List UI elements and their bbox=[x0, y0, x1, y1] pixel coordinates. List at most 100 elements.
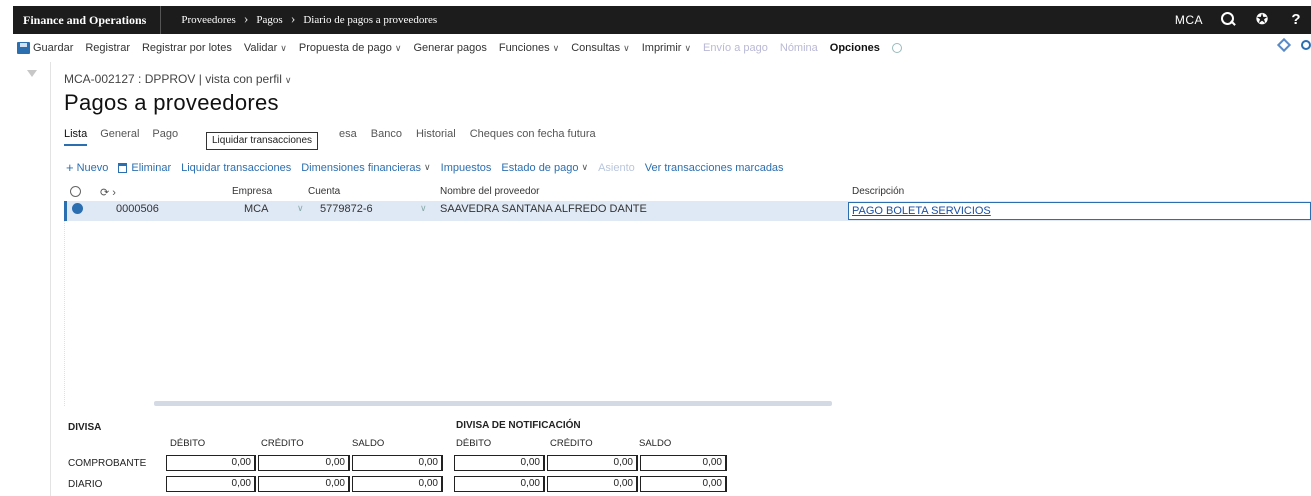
propuesta-pago-label: Propuesta de pago bbox=[298, 42, 392, 54]
diario-debito: 0,00 bbox=[166, 476, 256, 492]
breadcrumb-pagos[interactable]: Pagos bbox=[256, 14, 282, 26]
registrar-button[interactable]: Registrar bbox=[85, 42, 130, 54]
chevron-down-icon: ∨ bbox=[684, 42, 692, 53]
chevron-down-icon: ∨ bbox=[394, 42, 402, 53]
col-credito: CRÉDITO bbox=[261, 438, 304, 449]
column-cuenta[interactable]: Cuenta bbox=[308, 186, 340, 197]
app-name[interactable]: Finance and Operations bbox=[13, 13, 160, 28]
company-picker[interactable]: MCA bbox=[1175, 13, 1203, 27]
impuestos-button[interactable]: Impuestos bbox=[441, 160, 492, 175]
search-icon[interactable] bbox=[1219, 11, 1237, 29]
horizontal-scrollbar[interactable] bbox=[154, 401, 832, 406]
column-nombre-proveedor[interactable]: Nombre del proveedor bbox=[440, 186, 540, 197]
chevron-down-icon: ∨ bbox=[581, 162, 589, 172]
row-selected-icon[interactable] bbox=[72, 203, 83, 214]
comprobante-debito: 0,00 bbox=[166, 455, 256, 471]
save-button[interactable]: Guardar bbox=[17, 42, 73, 54]
refresh-icon[interactable]: ⟳ › bbox=[100, 186, 116, 199]
imprimir-label: Imprimir bbox=[641, 42, 682, 54]
chevron-down-icon[interactable]: ∨ bbox=[420, 203, 427, 214]
new-button[interactable]: + Nuevo bbox=[66, 160, 108, 175]
tab-pago[interactable]: Pago bbox=[152, 128, 178, 146]
validar-menu[interactable]: Validar ∨ bbox=[244, 42, 287, 54]
delete-label: Eliminar bbox=[131, 161, 172, 174]
page-title: Pagos a proveedores bbox=[64, 90, 279, 115]
chevron-down-icon[interactable]: ∨ bbox=[297, 203, 304, 214]
diamond-icon[interactable] bbox=[1276, 37, 1292, 53]
action-pane: Guardar Registrar Registrar por lotes Va… bbox=[13, 37, 1311, 58]
imprimir-menu[interactable]: Imprimir ∨ bbox=[642, 42, 691, 54]
diario-label: DIARIO bbox=[68, 479, 103, 490]
view-selector[interactable]: vista con perfil ∨ bbox=[205, 72, 291, 86]
cuenta-cell[interactable]: 5779872-6 bbox=[320, 203, 373, 215]
table-row[interactable]: 0000506 MCA ∨ 5779872-6 ∨ SAAVEDRA SANTA… bbox=[64, 201, 1311, 221]
tab-strip-continued: esa Banco Historial Cheques con fecha fu… bbox=[339, 128, 610, 140]
office-icon[interactable] bbox=[1301, 40, 1311, 50]
ver-transacciones-marcadas-button[interactable]: Ver transacciones marcadas bbox=[645, 160, 784, 175]
tab-lista[interactable]: Lista bbox=[64, 128, 88, 146]
chevron-down-icon: ∨ bbox=[424, 162, 431, 172]
tooltip: Liquidar transacciones bbox=[206, 132, 319, 150]
funciones-menu[interactable]: Funciones ∨ bbox=[499, 42, 559, 54]
voucher-cell[interactable]: 0000506 bbox=[116, 203, 159, 215]
col-saldo: SALDO bbox=[352, 438, 385, 449]
chevron-right-icon: › bbox=[243, 12, 249, 27]
tab-cheques-fecha-futura[interactable]: Cheques con fecha futura bbox=[470, 128, 596, 140]
tab-empresa[interactable]: esa bbox=[339, 128, 357, 140]
liquidar-transacciones-button[interactable]: Liquidar transacciones bbox=[181, 160, 291, 175]
record-id: MCA-002127 : DPPROV bbox=[64, 72, 196, 86]
chevron-down-icon: ∨ bbox=[280, 42, 287, 53]
descripcion-input[interactable]: PAGO BOLETA SERVICIOS bbox=[848, 202, 1311, 220]
col-credito-notif: CRÉDITO bbox=[550, 438, 593, 449]
comprobante-debito-notif: 0,00 bbox=[454, 455, 545, 471]
asiento-button[interactable]: Asiento bbox=[598, 160, 635, 175]
comprobante-saldo-notif: 0,00 bbox=[640, 455, 727, 471]
record-caption: MCA-002127 : DPPROV | vista con perfil ∨ bbox=[64, 72, 291, 86]
breadcrumb-diario[interactable]: Diario de pagos a proveedores bbox=[303, 14, 437, 26]
tab-general[interactable]: General bbox=[100, 128, 139, 146]
dimensiones-menu[interactable]: Dimensiones financieras ∨ bbox=[301, 160, 430, 175]
plus-icon: + bbox=[66, 160, 74, 175]
nombre-cell[interactable]: SAAVEDRA SANTANA ALFREDO DANTE bbox=[440, 203, 647, 215]
estado-pago-menu[interactable]: Estado de pago ∨ bbox=[501, 160, 588, 175]
nomina-button[interactable]: Nómina bbox=[780, 42, 818, 54]
registrar-lotes-button[interactable]: Registrar por lotes bbox=[142, 42, 232, 54]
save-icon bbox=[17, 42, 30, 54]
dimensiones-label: Dimensiones financieras bbox=[301, 161, 422, 174]
empresa-cell[interactable]: MCA bbox=[244, 203, 268, 215]
envio-pago-button[interactable]: Envío a pago bbox=[703, 42, 768, 54]
column-descripcion[interactable]: Descripción bbox=[852, 186, 904, 197]
consultas-label: Consultas bbox=[571, 42, 621, 54]
grid-toolbar: + Nuevo Eliminar Liquidar transacciones D… bbox=[66, 160, 794, 175]
divisa-notificacion-label: DIVISA DE NOTIFICACIÓN bbox=[456, 420, 581, 431]
filter-icon[interactable] bbox=[27, 70, 37, 77]
comprobante-credito: 0,00 bbox=[258, 455, 350, 471]
tab-banco[interactable]: Banco bbox=[371, 128, 402, 140]
tab-strip: Lista General Pago bbox=[64, 128, 191, 146]
comprobante-label: COMPROBANTE bbox=[68, 458, 147, 469]
col-debito-notif: DÉBITO bbox=[456, 438, 492, 449]
delete-button[interactable]: Eliminar bbox=[118, 160, 171, 175]
chevron-down-icon: ∨ bbox=[284, 75, 292, 85]
save-label: Guardar bbox=[33, 42, 74, 54]
breadcrumb-proveedores[interactable]: Proveedores bbox=[181, 14, 235, 26]
new-label: Nuevo bbox=[76, 161, 109, 174]
column-empresa[interactable]: Empresa bbox=[232, 186, 272, 197]
grid-body bbox=[64, 221, 1311, 406]
settings-icon[interactable]: ✪ bbox=[1253, 11, 1271, 29]
diario-debito-notif: 0,00 bbox=[454, 476, 545, 492]
tab-historial[interactable]: Historial bbox=[416, 128, 456, 140]
consultas-menu[interactable]: Consultas ∨ bbox=[571, 42, 630, 54]
help-icon[interactable]: ? bbox=[1287, 11, 1305, 29]
grid-header: ⟳ › Empresa Cuenta Nombre del proveedor … bbox=[64, 184, 1311, 200]
select-all-radio[interactable] bbox=[70, 186, 81, 197]
propuesta-pago-menu[interactable]: Propuesta de pago ∨ bbox=[299, 42, 402, 54]
comprobante-saldo: 0,00 bbox=[352, 455, 443, 471]
action-search-icon[interactable] bbox=[891, 43, 902, 53]
divisa-label: DIVISA bbox=[68, 422, 102, 433]
opciones-tab[interactable]: Opciones bbox=[830, 42, 880, 54]
col-saldo-notif: SALDO bbox=[639, 438, 672, 449]
top-navigation-bar: Finance and Operations Proveedores › Pag… bbox=[13, 6, 1311, 34]
view-label: vista con perfil bbox=[205, 72, 282, 86]
generar-pagos-button[interactable]: Generar pagos bbox=[413, 42, 486, 54]
